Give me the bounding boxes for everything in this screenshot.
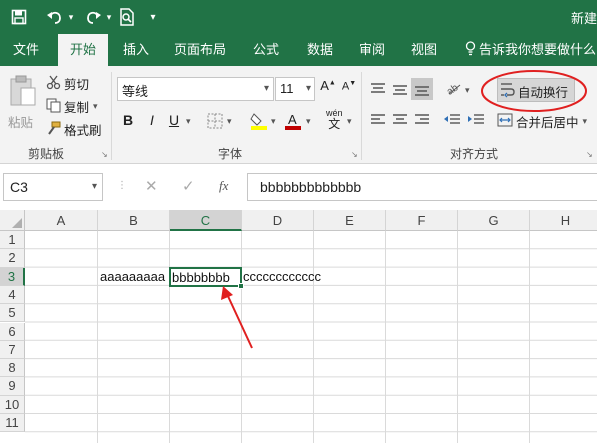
- font-size-value: 11: [280, 81, 294, 96]
- font-name-value: 等线: [122, 84, 149, 99]
- grow-font-button[interactable]: A▲: [319, 78, 337, 93]
- border-icon[interactable]: [207, 113, 223, 134]
- scissors-icon: [46, 75, 61, 93]
- font-group-label: 字体: [218, 147, 243, 161]
- phonetic-button[interactable]: wén 文: [326, 108, 343, 130]
- title-bar: ▾ ▾ ▾ 新建: [0, 0, 597, 34]
- chevron-down-icon: ▾: [91, 181, 97, 192]
- tab-home[interactable]: 开始: [58, 34, 108, 66]
- decrease-indent-icon[interactable]: [443, 113, 461, 132]
- ribbon-separator: [361, 72, 362, 160]
- fill-color-icon[interactable]: [250, 111, 268, 136]
- enter-icon[interactable]: ✓: [182, 177, 195, 195]
- shrink-font-button[interactable]: A▼: [340, 80, 358, 93]
- tab-view[interactable]: 视图: [402, 34, 446, 66]
- merge-dropdown-icon[interactable]: ▾: [583, 116, 588, 127]
- cut-button[interactable]: 剪切: [46, 74, 89, 93]
- font-color-icon[interactable]: A: [284, 111, 302, 136]
- format-painter-button[interactable]: 格式刷: [46, 120, 102, 139]
- orientation-icon[interactable]: ab: [445, 80, 463, 101]
- underline-dropdown-icon[interactable]: ▾: [186, 116, 191, 127]
- format-painter-label: 格式刷: [64, 124, 102, 138]
- bold-button[interactable]: B: [120, 112, 136, 128]
- red-arrow-annotation: [221, 286, 253, 349]
- merge-icon: [497, 112, 513, 131]
- customize-icon[interactable]: ▾: [146, 7, 160, 27]
- tab-formulas[interactable]: 公式: [244, 34, 288, 66]
- gridlines: [25, 231, 597, 443]
- brush-icon: [46, 121, 61, 139]
- align-left-icon[interactable]: [370, 113, 386, 132]
- phonetic-dropdown-icon[interactable]: ▾: [347, 116, 352, 127]
- copy-button[interactable]: 复制 ▾: [46, 97, 98, 116]
- italic-button[interactable]: I: [144, 112, 160, 128]
- print-preview-icon[interactable]: [116, 7, 138, 27]
- worksheet-grid[interactable]: ABCDEFGH 1 2 3 4 5 6 7 8 9 10 11 aaaaaaaaa ccccccc…: [0, 210, 597, 443]
- font-color-dropdown-icon[interactable]: ▾: [306, 116, 311, 127]
- cut-label: 剪切: [64, 78, 90, 92]
- tab-review[interactable]: 审阅: [350, 34, 394, 66]
- save-icon[interactable]: [8, 7, 30, 27]
- redo-icon[interactable]: [82, 7, 104, 27]
- paste-icon: [10, 75, 36, 106]
- svg-text:A: A: [288, 112, 297, 127]
- tab-file[interactable]: 文件: [4, 34, 48, 66]
- tab-page-layout[interactable]: 页面布局: [168, 34, 232, 66]
- align-right-icon[interactable]: [414, 113, 430, 132]
- tell-me-label: 告诉我你想要做什么: [479, 42, 597, 57]
- name-box[interactable]: C3 ▾: [3, 173, 103, 201]
- name-box-value: C3: [10, 179, 28, 195]
- copy-icon: [46, 98, 61, 116]
- clipboard-launcher-icon[interactable]: ↘: [101, 150, 108, 159]
- merge-center-label: 合并后居中: [516, 116, 579, 130]
- font-launcher-icon[interactable]: ↘: [351, 150, 358, 159]
- excel-window: ▾ ▾ ▾ 新建 文件 开始 插入 页面布局 公式 数据 审阅 视图 告诉我你想…: [0, 0, 597, 443]
- ribbon-home: 粘贴 剪切 复制 ▾ 格式刷 剪贴板 ↘ 等线 ▾ 11 ▾ A▲ A▼ B I…: [0, 66, 597, 164]
- merge-center-button[interactable]: 合并后居中 ▾: [497, 112, 587, 131]
- font-size-select[interactable]: 11 ▾: [275, 77, 315, 101]
- fill-color-dropdown-icon[interactable]: ▾: [271, 116, 276, 127]
- align-middle-icon[interactable]: [392, 82, 408, 101]
- cell-b3[interactable]: aaaaaaaaa: [100, 268, 165, 286]
- tell-me-search[interactable]: 告诉我你想要做什么: [465, 34, 596, 66]
- formula-input[interactable]: bbbbbbbbbbbbb: [247, 173, 597, 201]
- formula-bar-grip: ⋮: [117, 180, 127, 191]
- lightbulb-icon: [465, 34, 479, 66]
- highlight-ellipse: [481, 70, 587, 112]
- chevron-down-icon: ▾: [305, 83, 311, 94]
- align-top-icon[interactable]: [370, 82, 386, 101]
- copy-label: 复制: [64, 101, 90, 115]
- alignment-launcher-icon[interactable]: ↘: [586, 150, 593, 159]
- svg-text:ab: ab: [445, 82, 461, 96]
- redo-dropdown-icon[interactable]: ▾: [104, 7, 114, 27]
- underline-button[interactable]: U: [166, 112, 182, 128]
- font-name-select[interactable]: 等线 ▾: [117, 77, 274, 101]
- clipboard-group-label: 剪贴板: [28, 147, 65, 161]
- formula-bar: C3 ▾ ⋮ ✕ ✓ fx bbbbbbbbbbbbb: [0, 170, 597, 204]
- orientation-dropdown-icon[interactable]: ▾: [465, 85, 470, 96]
- cancel-icon[interactable]: ✕: [145, 177, 158, 195]
- ribbon-tabs: 文件 开始 插入 页面布局 公式 数据 审阅 视图 告诉我你想要做什么: [0, 34, 597, 66]
- align-center-icon[interactable]: [392, 113, 408, 132]
- paste-button[interactable]: 粘贴: [6, 72, 40, 134]
- alignment-group-label: 对齐方式: [450, 147, 499, 161]
- tab-data[interactable]: 数据: [298, 34, 342, 66]
- paste-label: 粘贴: [8, 116, 34, 130]
- undo-icon[interactable]: [44, 7, 66, 27]
- phonetic-char: 文: [328, 117, 341, 131]
- copy-dropdown-icon[interactable]: ▾: [93, 101, 98, 112]
- tab-insert[interactable]: 插入: [114, 34, 158, 66]
- chevron-down-icon: ▾: [263, 83, 269, 94]
- border-dropdown-icon[interactable]: ▾: [227, 116, 232, 127]
- window-title: 新建: [570, 11, 597, 26]
- increase-indent-icon[interactable]: [467, 113, 485, 132]
- ribbon-separator: [111, 72, 112, 160]
- insert-function-icon[interactable]: fx: [219, 178, 228, 194]
- undo-dropdown-icon[interactable]: ▾: [66, 7, 76, 27]
- align-bottom-icon: [415, 86, 429, 96]
- align-bottom-button[interactable]: [411, 78, 433, 100]
